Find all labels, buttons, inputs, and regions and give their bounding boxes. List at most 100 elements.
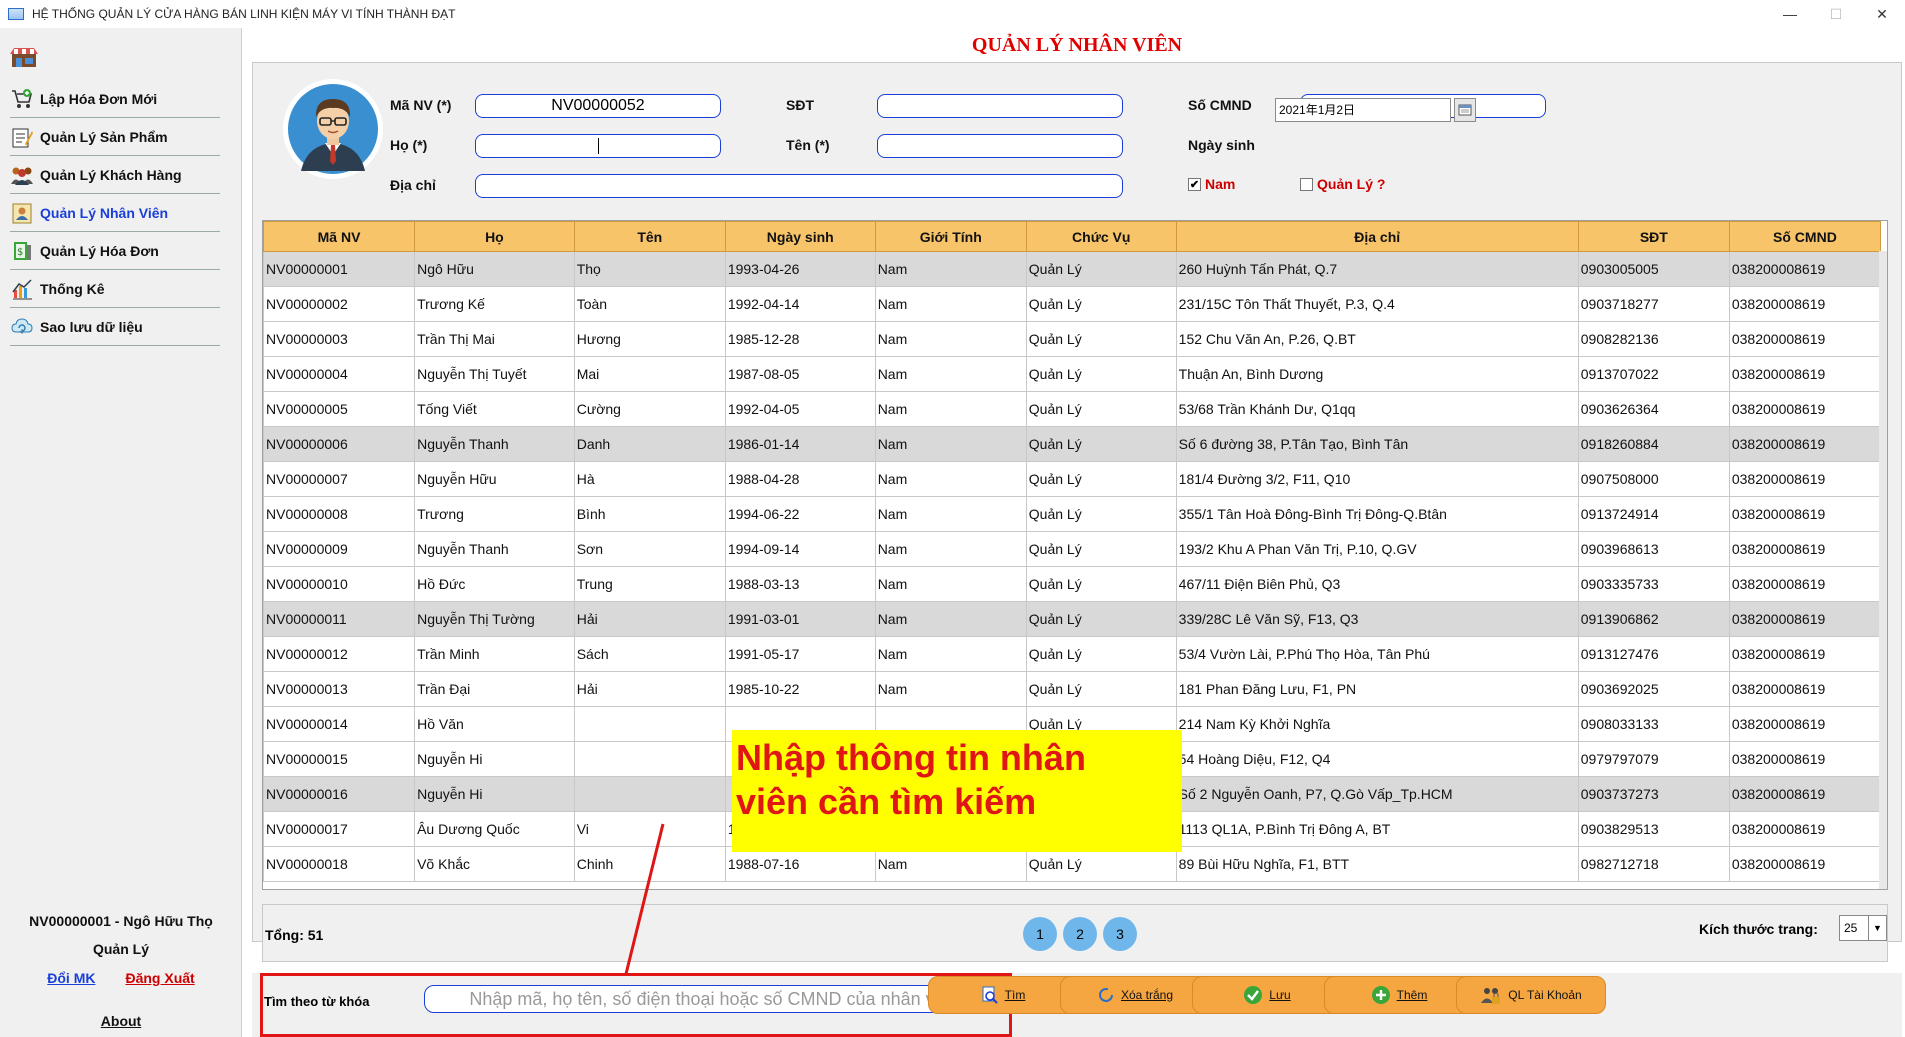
column-header[interactable]: Chức Vụ — [1025, 221, 1177, 252]
table-cell: 038200008619 — [1728, 321, 1882, 357]
table-cell: 1994-09-14 — [724, 531, 876, 567]
table-cell: 038200008619 — [1728, 636, 1882, 672]
table-header-row: Mã NV Họ Tên Ngày sinh Giới Tính Chức Vụ… — [263, 221, 1882, 252]
table-cell: 1987-08-05 — [724, 356, 876, 392]
sidebar-item-label: Quản Lý Khách Hàng — [40, 166, 182, 183]
table-row[interactable]: NV00000004 Nguyễn Thị Tuyết Mai 1987-08-05 N… — [263, 356, 1882, 392]
table-cell: Quản Lý — [1025, 391, 1177, 427]
table-cell: Võ Khắc — [414, 846, 575, 882]
sidebar-item-label: Quản Lý Sản Phẩm — [40, 128, 168, 145]
table-cell: 1113 QL1A, P.Bình Trị Đông A, BT — [1175, 811, 1579, 847]
find-label: Tìm — [1004, 988, 1026, 1002]
page-size-select[interactable]: 25 ▼ — [1839, 915, 1887, 941]
dia-chi-field[interactable] — [475, 174, 1123, 198]
sidebar-item-products[interactable]: Quản Lý Sản Phẩm — [10, 118, 220, 156]
table-cell — [573, 706, 726, 742]
table-row[interactable]: NV00000010 Hồ Đức Trung 1988-03-13 Nam Quản L… — [263, 566, 1882, 602]
nam-checkbox[interactable]: ✔ Nam — [1188, 176, 1235, 192]
checkbox-checked-icon: ✔ — [1188, 177, 1201, 191]
ho-label: Họ (*) — [390, 137, 428, 153]
table-cell: 1992-04-05 — [724, 391, 876, 427]
table-cell: 038200008619 — [1728, 846, 1882, 882]
logout-link[interactable]: Đăng Xuất — [125, 970, 194, 986]
column-header[interactable]: Giới Tính — [874, 221, 1027, 252]
table-row[interactable]: NV00000008 Trương Bình 1994-06-22 Nam Quản Lý… — [263, 496, 1882, 532]
sidebar-item-label: Quản Lý Nhân Viên — [40, 204, 169, 221]
ho-field[interactable] — [475, 134, 721, 158]
table-cell: Hồ Văn — [414, 706, 575, 742]
table-cell: 0907508000 — [1577, 461, 1730, 497]
column-header[interactable]: Họ — [414, 221, 575, 252]
table-row[interactable]: NV00000011 Nguyễn Thị Tường Hải 1991-03-01 N… — [263, 601, 1882, 637]
accounts-button[interactable]: QL Tài Khoản — [1456, 976, 1606, 1014]
calendar-button[interactable] — [1454, 98, 1476, 122]
table-row[interactable]: NV00000005 Tống Viết Cường 1992-04-05 Nam Quả… — [263, 391, 1882, 427]
column-header[interactable]: Ngày sinh — [724, 221, 876, 252]
title-bar: HỆ THỐNG QUẢN LÝ CỬA HÀNG BÁN LINH KIỆN … — [0, 0, 1905, 28]
table-cell: Nam — [874, 636, 1027, 672]
ma-nv-field[interactable]: NV00000052 — [475, 94, 721, 118]
page-buttons: 1 2 3 — [1023, 917, 1137, 951]
clear-button[interactable]: Xóa trắng — [1060, 976, 1210, 1014]
column-header[interactable]: Địa chỉ — [1175, 221, 1579, 252]
column-header[interactable]: Mã NV — [263, 221, 416, 252]
table-row[interactable]: NV00000013 Trần Đại Hải 1985-10-22 Nam Quản L… — [263, 671, 1882, 707]
table-cell: Nam — [874, 461, 1027, 497]
table-cell: NV00000012 — [263, 636, 416, 672]
maximize-button[interactable]: ☐ — [1813, 0, 1859, 28]
table-cell: 339/28C Lê Văn Sỹ, F13, Q3 — [1175, 601, 1579, 637]
table-cell: Ngô Hữu — [414, 251, 575, 287]
page-button[interactable]: 3 — [1103, 917, 1137, 951]
column-header[interactable]: Tên — [573, 221, 726, 252]
table-row[interactable]: NV00000006 Nguyễn Thanh Danh 1986-01-14 Nam Q… — [263, 426, 1882, 462]
store-icon[interactable] — [10, 46, 38, 68]
page-button[interactable]: 2 — [1063, 917, 1097, 951]
vertical-scrollbar[interactable] — [1879, 251, 1887, 889]
table-cell: NV00000016 — [263, 776, 416, 812]
table-row[interactable]: NV00000012 Trần Minh Sách 1991-05-17 Nam Quản… — [263, 636, 1882, 672]
find-button[interactable]: Tìm — [928, 976, 1078, 1014]
table-cell: NV00000005 — [263, 391, 416, 427]
sidebar-item-backup[interactable]: Sao lưu dữ liệu — [10, 308, 220, 346]
column-header[interactable]: Số CMND — [1728, 221, 1882, 252]
sdt-field[interactable] — [877, 94, 1123, 118]
cmnd-label: Số CMND — [1188, 97, 1252, 113]
add-button[interactable]: Thêm — [1324, 976, 1474, 1014]
sidebar-item-statistics[interactable]: Thống Kê — [10, 270, 220, 308]
table-cell: NV00000008 — [263, 496, 416, 532]
page-button[interactable]: 1 — [1023, 917, 1057, 951]
about-link[interactable]: About — [0, 1013, 242, 1029]
table-row[interactable]: NV00000009 Nguyễn Thanh Sơn 1994-09-14 Nam Qu… — [263, 531, 1882, 567]
sidebar-item-new-invoice[interactable]: Lập Hóa Đơn Mới — [10, 80, 220, 118]
sidebar-item-invoices[interactable]: $ Quản Lý Hóa Đơn — [10, 232, 220, 270]
table-cell: Nam — [874, 426, 1027, 462]
table-cell: NV00000001 — [263, 251, 416, 287]
table-cell: Nguyễn Thị Tuyết — [414, 356, 575, 392]
minimize-button[interactable]: — — [1767, 0, 1813, 28]
table-row[interactable]: NV00000001 Ngô Hữu Thọ 1993-04-26 Nam Quản Lý… — [263, 251, 1882, 287]
column-header[interactable]: SĐT — [1577, 221, 1730, 252]
table-cell: NV00000003 — [263, 321, 416, 357]
close-button[interactable]: ✕ — [1859, 0, 1905, 28]
quan-ly-checkbox[interactable]: Quản Lý ? — [1300, 176, 1385, 192]
table-row[interactable]: NV00000002 Trương Kế Toàn 1992-04-14 Nam Quản… — [263, 286, 1882, 322]
table-cell: Tống Viết — [414, 391, 575, 427]
ten-field[interactable] — [877, 134, 1123, 158]
table-cell: 1988-04-28 — [724, 461, 876, 497]
avatar — [283, 79, 383, 179]
change-password-link[interactable]: Đổi MK — [47, 970, 95, 986]
sidebar-item-customers[interactable]: Quản Lý Khách Hàng — [10, 156, 220, 194]
table-cell: 53/4 Vườn Lài, P.Phú Thọ Hòa, Tân Phú — [1175, 636, 1579, 672]
table-row[interactable]: NV00000007 Nguyễn Hữu Hà 1988-04-28 Nam Quản … — [263, 461, 1882, 497]
sidebar-item-employees[interactable]: Quản Lý Nhân Viên — [10, 194, 220, 232]
table-cell: Quản Lý — [1025, 671, 1177, 707]
table-cell: 214 Nam Kỳ Khởi Nghĩa — [1175, 706, 1579, 742]
save-button[interactable]: Lưu — [1192, 976, 1342, 1014]
table-row[interactable]: NV00000003 Trần Thị Mai Hương 1985-12-28 Nam… — [263, 321, 1882, 357]
table-cell: Vi — [573, 811, 726, 847]
table-cell: 038200008619 — [1728, 286, 1882, 322]
table-cell: 038200008619 — [1728, 566, 1882, 602]
birthdate-field[interactable]: 2021年1月2日 — [1275, 98, 1451, 122]
table-cell: 0903626364 — [1577, 391, 1730, 427]
table-cell: 038200008619 — [1728, 461, 1882, 497]
